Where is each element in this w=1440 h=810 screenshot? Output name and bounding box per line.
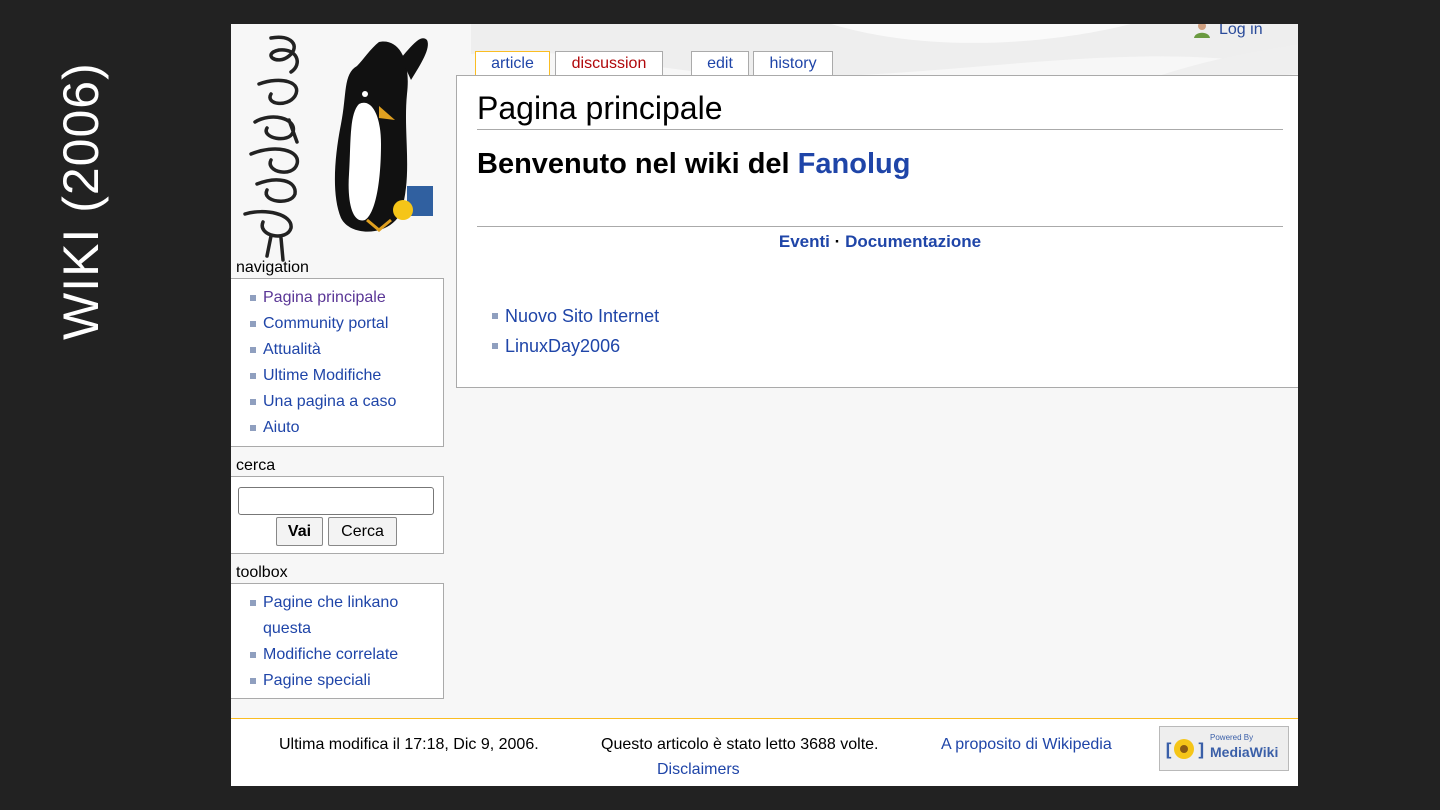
bullet-icon	[250, 373, 256, 379]
bullet-icon	[492, 343, 498, 349]
sidebar-item-label: Attualità	[263, 341, 321, 358]
bullet-icon	[250, 399, 256, 405]
list-item[interactable]: LinuxDay2006	[492, 331, 659, 361]
bullet-icon	[492, 313, 498, 319]
sidebar-item-label: Aiuto	[263, 419, 300, 436]
view-count-text: Questo articolo è stato letto 3688 volte…	[601, 736, 879, 753]
tab-article[interactable]: article	[475, 51, 550, 77]
content-list: Nuovo Sito Internet LinuxDay2006	[492, 301, 659, 361]
sidebar-item-label: Ultime Modifiche	[263, 367, 382, 384]
svg-text:]: ]	[1196, 740, 1207, 761]
list-item-label: Nuovo Sito Internet	[505, 305, 660, 326]
fanolug-logo[interactable]	[231, 24, 457, 266]
search-button[interactable]: Cerca	[328, 517, 397, 546]
bullet-icon	[250, 321, 256, 327]
bullet-icon	[250, 652, 256, 658]
powered-by-mediawiki-badge[interactable]: [ ] Powered By MediaWiki	[1159, 726, 1289, 771]
search-portlet: Vai Cerca	[231, 476, 444, 554]
sidebar-item-label: Community portal	[263, 315, 389, 332]
bullet-icon	[250, 295, 256, 301]
svg-text:[: [	[1163, 740, 1174, 761]
about-link[interactable]: A proposito di Wikipedia	[941, 736, 1112, 754]
welcome-text: Benvenuto nel wiki del	[477, 148, 798, 180]
login-link[interactable]: Log in	[1193, 24, 1263, 39]
separator-dot: ·	[834, 232, 841, 251]
search-label: cerca	[236, 457, 276, 474]
welcome-heading: Benvenuto nel wiki del Fanolug	[477, 148, 910, 181]
list-item[interactable]: Nuovo Sito Internet	[492, 301, 659, 331]
sidebar-item-aiuto[interactable]: Aiuto	[250, 415, 396, 441]
badge-big-text: MediaWiki	[1210, 744, 1279, 760]
list-item-label: LinuxDay2006	[505, 335, 621, 356]
badge-small-text: Powered By	[1210, 733, 1254, 742]
sidebar-item-pagine-che-linkano[interactable]: Pagine che linkano questa	[250, 590, 420, 642]
documentazione-link[interactable]: Documentazione	[845, 232, 981, 251]
tab-discussion[interactable]: discussion	[555, 51, 663, 75]
sidebar-item-modifiche-correlate[interactable]: Modifiche correlate	[250, 642, 420, 668]
bullet-icon	[250, 347, 256, 353]
search-input[interactable]	[238, 487, 434, 515]
sidebar-item-label: Pagine che linkano questa	[263, 594, 399, 637]
toolbox-label: toolbox	[236, 564, 288, 581]
last-modified-text: Ultima modifica il 17:18, Dic 9, 2006.	[279, 736, 539, 753]
sidebar-item-pagine-speciali[interactable]: Pagine speciali	[250, 668, 420, 694]
fanolug-link[interactable]: Fanolug	[798, 148, 911, 180]
sidebar-item-label: Pagine speciali	[263, 672, 371, 689]
wiki-screenshot: Log in article discussion edit history P…	[231, 24, 1298, 786]
footer: Ultima modifica il 17:18, Dic 9, 2006. Q…	[231, 718, 1298, 786]
sidebar-item-pagina-principale[interactable]: Pagina principale	[250, 285, 396, 311]
divider	[477, 226, 1283, 227]
sidebar-item-community-portal[interactable]: Community portal	[250, 311, 396, 337]
sidebar-item-pagina-a-caso[interactable]: Una pagina a caso	[250, 389, 396, 415]
tab-edit[interactable]: edit	[691, 51, 749, 75]
toolbox-portlet: Pagine che linkano questa Modifiche corr…	[231, 583, 444, 699]
sidebar-item-label: Pagina principale	[263, 289, 386, 306]
sidebar-item-ultime-modifiche[interactable]: Ultime Modifiche	[250, 363, 396, 389]
content-area: Pagina principale Benvenuto nel wiki del…	[456, 75, 1298, 388]
navigation-portlet: Pagina principale Community portal Attua…	[231, 278, 444, 447]
sidebar-item-label: Una pagina a caso	[263, 393, 397, 410]
eventi-link[interactable]: Eventi	[779, 232, 830, 251]
sidebar-item-label: Modifiche correlate	[263, 646, 399, 663]
sidebar-item-attualita[interactable]: Attualità	[250, 337, 396, 363]
bullet-icon	[250, 600, 256, 606]
user-icon	[1194, 24, 1210, 38]
navigation-label: navigation	[236, 259, 309, 276]
bullet-icon	[250, 678, 256, 684]
go-button[interactable]: Vai	[276, 517, 323, 546]
quick-links: Eventi · Documentazione	[477, 232, 1283, 252]
disclaimers-link[interactable]: Disclaimers	[657, 761, 740, 779]
slide-caption: WIKI (2006)	[53, 62, 109, 340]
login-label: Log in	[1219, 24, 1263, 38]
page-title: Pagina principale	[477, 90, 1283, 130]
bullet-icon	[250, 425, 256, 431]
tab-history[interactable]: history	[753, 51, 833, 75]
